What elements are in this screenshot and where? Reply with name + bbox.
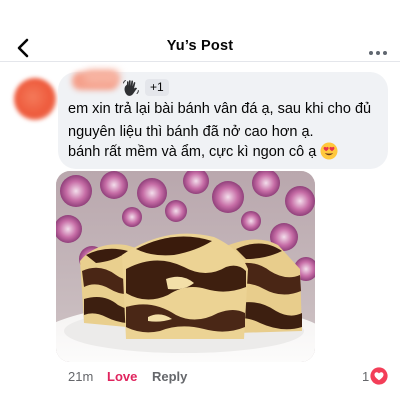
- love-button[interactable]: Love: [107, 369, 137, 384]
- reaction-count[interactable]: 1: [362, 369, 369, 384]
- avatar[interactable]: [14, 78, 56, 120]
- comment-actions: 21m Love Reply 1: [0, 366, 400, 386]
- marble-cake-image: [56, 171, 315, 362]
- reaction-badge[interactable]: +1: [145, 79, 169, 96]
- marble-cake-photo[interactable]: [56, 171, 315, 362]
- comment-timestamp: 21m: [68, 369, 94, 384]
- reply-button[interactable]: Reply: [152, 369, 187, 384]
- page-title: Yu’s Post: [166, 38, 234, 54]
- heart-eyes-icon: [320, 142, 338, 160]
- heart-icon[interactable]: [370, 367, 388, 385]
- comment-text-second-paragraph: bánh rất mềm và ẩm, cực kì ngon cô ạ: [68, 144, 317, 160]
- more-horizontal-icon: [369, 51, 387, 55]
- comment-text: em xin trả lại bài bánh vân đá ạ, sau kh…: [68, 101, 372, 140]
- waving-hand-icon: [123, 80, 139, 96]
- commenter-name-redacted-overlay: [84, 70, 120, 84]
- top-bar: Yu’s Post: [0, 0, 400, 62]
- comment-text-line2: bánh rất mềm và ẩm, cực kì ngon cô ạ: [68, 141, 390, 164]
- more-options-button[interactable]: [368, 44, 388, 55]
